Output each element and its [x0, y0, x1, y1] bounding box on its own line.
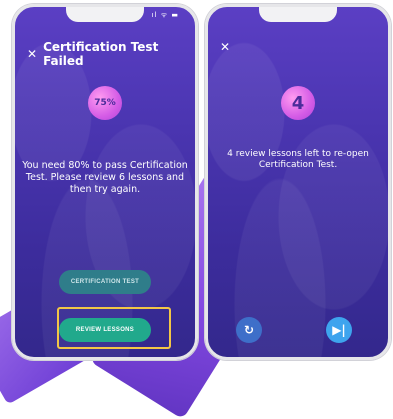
lessons-count-badge: 4 [281, 86, 315, 120]
page-title: Certification Test Failed [43, 40, 159, 68]
score-badge: 75% [88, 86, 122, 120]
phone-notch [259, 7, 337, 22]
phone-notch [66, 7, 144, 22]
review-lessons-button[interactable]: REVIEW LESSONS [59, 318, 151, 342]
close-icon[interactable]: ✕ [220, 40, 230, 54]
phone-review-lessons: ✕ 4 4 review lessons left to re-open Cer… [205, 4, 391, 360]
lessons-left-message: 4 review lessons left to re-open Certifi… [227, 149, 369, 170]
fail-message: You need 80% to pass Certification Test.… [22, 160, 188, 195]
status-bar-icons: ıl ᯤ ▬ [151, 11, 179, 19]
close-icon[interactable]: ✕ [27, 47, 37, 61]
certification-test-button[interactable]: CERTIFICATION TEST [59, 270, 151, 294]
phone-test-failed: ıl ᯤ ▬ ✕ Certification Test Failed 75% Y… [12, 4, 198, 360]
screen-header: ✕ Certification Test Failed [27, 40, 195, 68]
skip-next-icon[interactable]: ▶| [326, 317, 352, 343]
replay-icon[interactable]: ↻ [236, 317, 262, 343]
